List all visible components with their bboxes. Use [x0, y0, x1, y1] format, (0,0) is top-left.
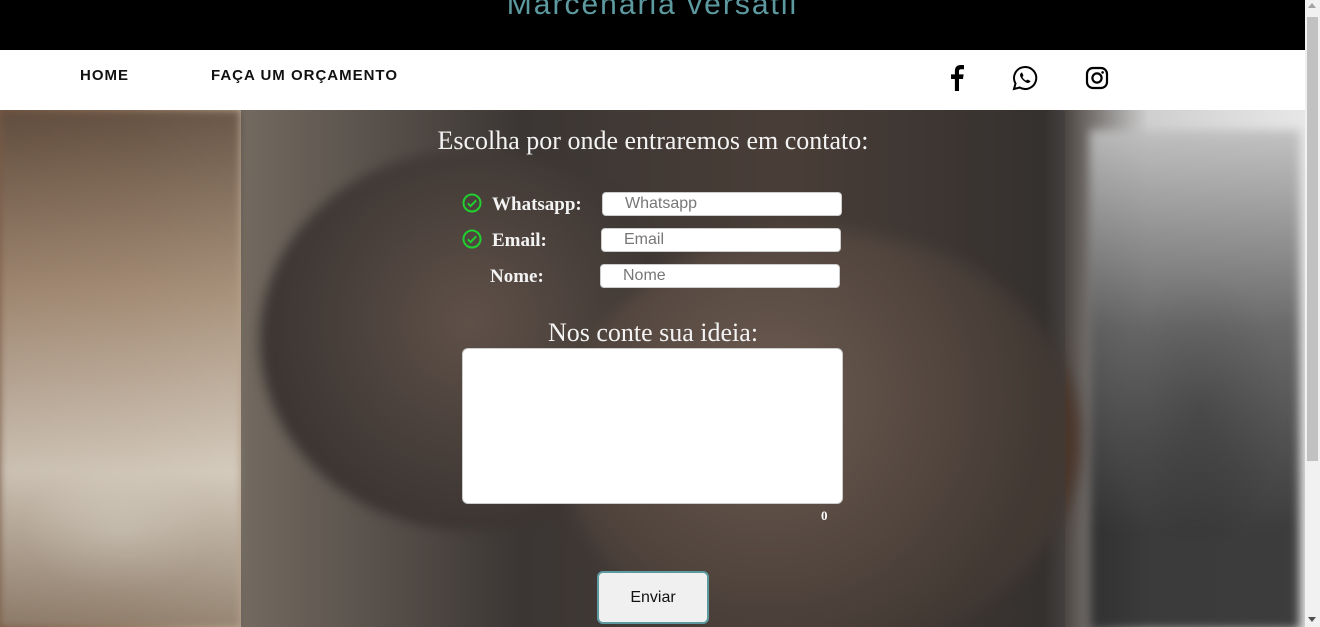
scroll-thumb[interactable]: [1307, 17, 1318, 461]
idea-textarea[interactable]: [462, 348, 843, 504]
name-input[interactable]: [600, 264, 840, 288]
nav-quote-link[interactable]: FAÇA UM ORÇAMENTO: [211, 67, 398, 84]
email-label: Email:: [492, 230, 547, 251]
contact-form-panel: Escolha por onde entraremos em contato: …: [241, 110, 1065, 627]
check-icon[interactable]: [462, 193, 482, 213]
facebook-icon[interactable]: [944, 64, 970, 92]
nav-home-link[interactable]: HOME: [80, 67, 129, 84]
whatsapp-input[interactable]: [602, 192, 842, 216]
top-banner: Marcenaria versátil: [0, 0, 1305, 50]
whatsapp-icon[interactable]: [1012, 64, 1038, 92]
email-input[interactable]: [601, 228, 841, 252]
contact-heading: Escolha por onde entraremos em contato:: [437, 126, 869, 155]
scroll-down-icon[interactable]: [1308, 617, 1316, 622]
name-label: Nome:: [490, 266, 544, 287]
scroll-up-icon[interactable]: [1308, 3, 1316, 8]
main-nav: HOME FAÇA UM ORÇAMENTO: [0, 50, 1305, 110]
whatsapp-label: Whatsapp:: [492, 194, 582, 215]
char-counter: 0: [821, 508, 828, 523]
idea-heading: Nos conte sua ideia:: [547, 318, 759, 347]
check-icon[interactable]: [462, 229, 482, 249]
submit-button[interactable]: Enviar: [597, 571, 709, 624]
site-title: Marcenaria versátil: [506, 0, 799, 21]
instagram-icon[interactable]: [1084, 64, 1110, 92]
page-scrollbar[interactable]: [1305, 0, 1320, 627]
